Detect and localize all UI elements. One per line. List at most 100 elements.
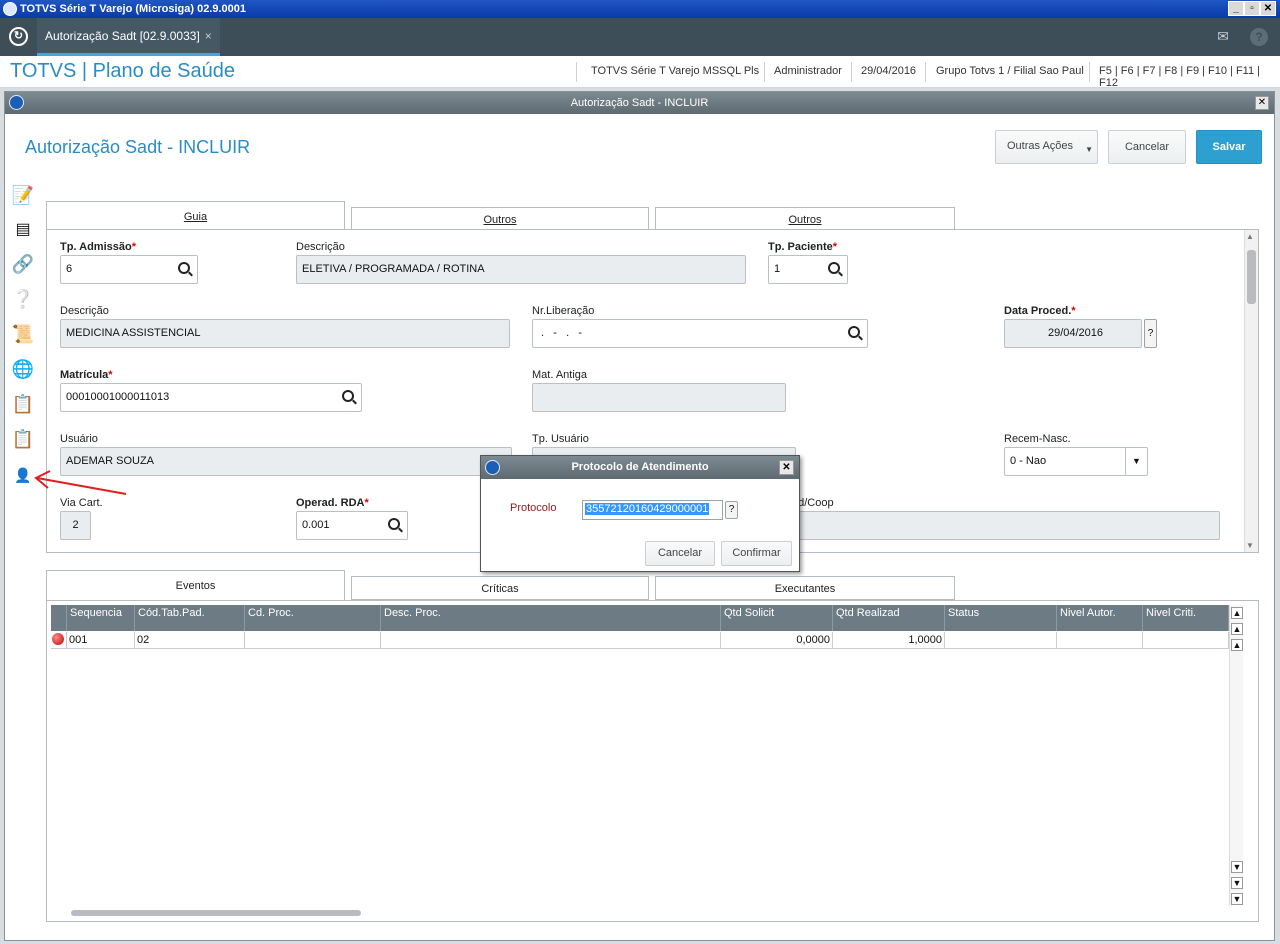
descricao-admissao-field: ELETIVA / PROGRAMADA / ROTINA xyxy=(296,255,746,284)
os-title-bar: TOTVS Série T Varejo (Microsiga) 02.9.00… xyxy=(0,0,1280,18)
question-icon[interactable]: ❔ xyxy=(11,287,35,311)
help-icon[interactable]: ? xyxy=(1250,28,1268,46)
list-icon[interactable]: ▤ xyxy=(11,218,35,242)
tab-outros-1[interactable]: Outros xyxy=(351,207,649,231)
tab-outros-2-label: Outros xyxy=(788,214,822,226)
search-icon[interactable] xyxy=(848,326,860,338)
operad-rda-input[interactable]: 0.001 xyxy=(296,511,408,540)
tab-eventos[interactable]: Eventos xyxy=(46,570,345,600)
search-icon[interactable] xyxy=(178,262,190,274)
protocolo-value: 35572120160429000001 xyxy=(585,503,710,515)
scroll-page-down-button[interactable]: ▼ xyxy=(1231,877,1243,889)
link-icon[interactable]: 🔗 xyxy=(11,252,35,276)
via-cart-field: 2 xyxy=(60,511,91,540)
col-nivel-autor[interactable]: Nivel Autor. xyxy=(1057,605,1143,631)
annotation-arrow xyxy=(34,470,127,495)
search-icon[interactable] xyxy=(828,262,840,274)
function-keys[interactable]: F5 | F6 | F7 | F8 | F9 | F10 | F11 | F12 xyxy=(1099,65,1280,89)
col-cd-proc[interactable]: Cd. Proc. xyxy=(245,605,381,631)
tab-close-icon[interactable]: × xyxy=(205,29,212,43)
cell-qtd-realizad: 1,0000 xyxy=(833,632,945,649)
form-scrollbar[interactable]: ▲ ▼ xyxy=(1244,230,1258,552)
grid-header-marker xyxy=(51,605,67,631)
data-proced-label: Data Proced.* xyxy=(1004,305,1076,317)
tp-admissao-label: Tp. Admissão* xyxy=(60,241,136,253)
scroll-down-button[interactable]: ▼ xyxy=(1231,861,1243,873)
protocolo-input[interactable]: 35572120160429000001 xyxy=(582,500,723,520)
restore-button[interactable]: ▫ xyxy=(1244,1,1260,16)
col-nivel-criti[interactable]: Nivel Criti. xyxy=(1143,605,1229,631)
nr-liberacao-label: Nr.Liberação xyxy=(532,305,595,317)
mail-icon[interactable]: ✉ xyxy=(1214,28,1232,46)
scroll-bottom-button[interactable]: ▼ xyxy=(1231,893,1243,905)
col-cod-tab-pad[interactable]: Cód.Tab.Pad. xyxy=(135,605,245,631)
col-qtd-realizad[interactable]: Qtd Realizad xyxy=(833,605,945,631)
scroll-page-up-button[interactable]: ▲ xyxy=(1231,623,1243,635)
dialog-close-button[interactable]: ✕ xyxy=(779,460,794,475)
data-proced-field[interactable]: 29/04/2016 xyxy=(1004,319,1142,348)
edit-icon[interactable]: 📝 xyxy=(11,183,35,207)
dialog-confirm-button[interactable]: Confirmar xyxy=(721,541,792,566)
recem-nasc-select[interactable]: 0 - Nao ▼ xyxy=(1004,447,1148,476)
tp-paciente-input[interactable]: 1 xyxy=(768,255,848,284)
person-icon[interactable]: 👤 xyxy=(11,463,35,487)
tab-executantes[interactable]: Executantes xyxy=(655,576,955,600)
minimize-button[interactable]: _ xyxy=(1228,1,1244,16)
med-coop-field xyxy=(792,511,1220,540)
descricao-paciente-label: Descrição xyxy=(60,305,109,317)
scroll-icon[interactable]: 📜 xyxy=(11,322,35,346)
col-desc-proc[interactable]: Desc. Proc. xyxy=(381,605,721,631)
scroll-up-button[interactable]: ▲ xyxy=(1231,639,1243,651)
environment-info: TOTVS Série T Varejo MSSQL Pls xyxy=(591,65,760,77)
other-actions-button[interactable]: Outras Ações ▼ xyxy=(995,130,1098,164)
recem-nasc-label: Recem-Nasc. xyxy=(1004,433,1071,445)
tab-outros-2[interactable]: Outros xyxy=(655,207,955,231)
dialog-cancel-button[interactable]: Cancelar xyxy=(645,541,715,566)
cell-desc-proc xyxy=(381,632,721,649)
col-qtd-solicit[interactable]: Qtd Solicit xyxy=(721,605,833,631)
cancel-button[interactable]: Cancelar xyxy=(1108,130,1186,164)
matricula-input[interactable]: 00010001000011013 xyxy=(60,383,362,412)
home-icon[interactable]: ↻ xyxy=(9,27,28,46)
globe-icon[interactable]: 🌐 xyxy=(11,357,35,381)
tab-label: Autorização Sadt [02.9.0033] xyxy=(45,29,200,43)
col-status[interactable]: Status xyxy=(945,605,1057,631)
chevron-down-icon[interactable]: ▼ xyxy=(1125,448,1147,475)
usuario-label: Usuário xyxy=(60,433,98,445)
window-title: Autorização Sadt - INCLUIR xyxy=(570,97,709,109)
protocolo-help-button[interactable]: ? xyxy=(725,501,738,519)
tab-autorizacao-sadt[interactable]: Autorização Sadt [02.9.0033] × xyxy=(37,18,220,56)
grid-horizontal-scroll-thumb[interactable] xyxy=(71,910,361,916)
tp-usuario-label: Tp. Usuário xyxy=(532,433,589,445)
app-logo-icon xyxy=(3,2,17,16)
window-logo-icon xyxy=(9,95,24,110)
tp-admissao-input[interactable]: 6 xyxy=(60,255,198,284)
data-proced-help-button[interactable]: ? xyxy=(1144,319,1157,348)
dialog-logo-icon xyxy=(485,460,500,475)
cell-sequencia: 001 xyxy=(67,632,135,649)
scroll-top-button[interactable]: ▲ xyxy=(1231,607,1243,619)
brand-title: TOTVS | Plano de Saúde xyxy=(10,60,235,82)
grid-scrollbar[interactable]: ▲ ▲ ▲ ▼ ▼ ▼ xyxy=(1229,605,1243,905)
dialog-title-bar: Protocolo de Atendimento ✕ xyxy=(481,456,799,479)
cell-cod-tab-pad: 02 xyxy=(135,632,245,649)
search-icon[interactable] xyxy=(388,518,400,530)
nr-liberacao-input[interactable]: . - . - xyxy=(532,319,868,348)
scroll-thumb[interactable] xyxy=(1247,250,1256,304)
eventos-grid: Sequencia Cód.Tab.Pad. Cd. Proc. Desc. P… xyxy=(46,600,1259,922)
dialog-title: Protocolo de Atendimento xyxy=(571,461,709,473)
tab-guia[interactable]: Guia xyxy=(46,201,345,231)
save-button[interactable]: Salvar xyxy=(1196,130,1262,164)
company-info: Grupo Totvs 1 / Filial Sao Paul xyxy=(936,65,1084,77)
matricula-label: Matrícula* xyxy=(60,369,113,381)
window-close-button[interactable]: ✕ xyxy=(1255,96,1269,110)
tab-criticas[interactable]: Críticas xyxy=(351,576,649,600)
page-title: Autorização Sadt - INCLUIR xyxy=(25,137,251,157)
clipboard-user-icon[interactable]: 📋 xyxy=(11,392,35,416)
close-window-button[interactable]: ✕ xyxy=(1260,1,1276,16)
clipboard-icon[interactable]: 📋 xyxy=(11,427,35,451)
mat-antiga-label: Mat. Antiga xyxy=(532,369,588,381)
row-status-icon xyxy=(51,632,67,649)
search-icon[interactable] xyxy=(342,390,354,402)
col-sequencia[interactable]: Sequencia xyxy=(67,605,135,631)
